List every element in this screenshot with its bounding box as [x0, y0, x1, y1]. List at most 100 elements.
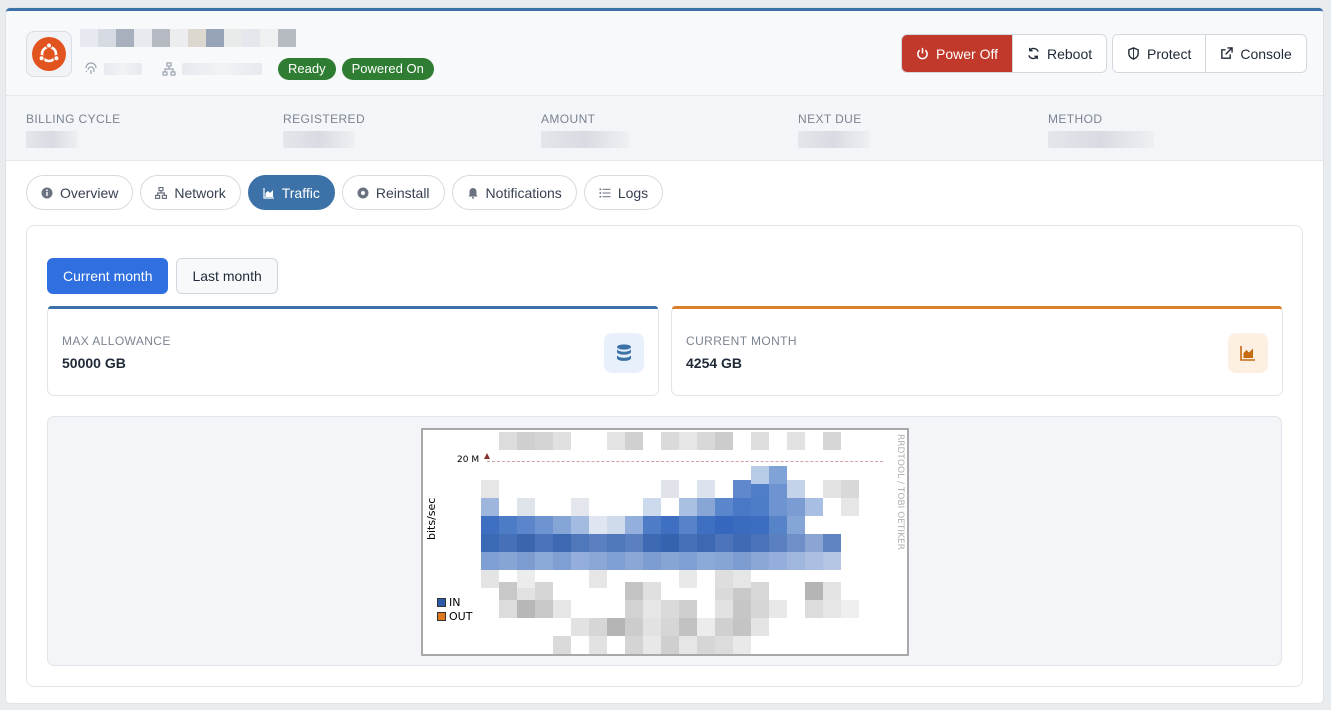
graph-mosaic-cell: [715, 636, 733, 654]
graph-mosaic-cell: [679, 570, 697, 588]
tab-reinstall[interactable]: Reinstall: [341, 175, 445, 210]
graph-mosaic-cell: [751, 582, 769, 600]
graph-mosaic-cell: [697, 432, 715, 450]
graph-mosaic-cell: [697, 480, 715, 498]
graph-mosaic-cell: [697, 636, 715, 654]
graph-mosaic-cell: [733, 498, 751, 516]
traffic-graph: 20 M bits/sec RRDTOOL / TOBI OETIKER IN …: [421, 428, 909, 656]
graph-top-gridline: [487, 461, 883, 462]
external-link-icon: [1221, 47, 1234, 59]
graph-mosaic-cell: [571, 498, 589, 516]
power-off-button[interactable]: Power Off: [902, 35, 1012, 72]
registered-date: REGISTERED: [283, 112, 365, 148]
graph-mosaic-cell: [787, 552, 805, 570]
status-badge-powered-on: Powered On: [341, 58, 434, 80]
graph-mosaic-cell: [499, 582, 517, 600]
graph-mosaic-cell: [643, 534, 661, 552]
graph-mosaic-cell: [517, 600, 535, 618]
os-logo: [26, 31, 72, 77]
legend-in-swatch: [437, 598, 446, 607]
disc-icon: [357, 187, 369, 198]
graph-mosaic-cell: [517, 552, 535, 570]
shield-icon: [1128, 47, 1139, 60]
graph-mosaic-cell: [823, 534, 841, 552]
server-ip-redacted: [182, 63, 262, 75]
max-allowance-card: MAX ALLOWANCE 50000 GB: [47, 306, 659, 396]
graph-mosaic-cell: [733, 636, 751, 654]
server-card: Ready Powered On Power Off Reboot Protec…: [6, 8, 1323, 703]
graph-mosaic-cell: [499, 432, 517, 450]
graph-mosaic-cell: [571, 516, 589, 534]
graph-mosaic-cell: [679, 618, 697, 636]
console-label: Console: [1240, 45, 1292, 62]
graph-mosaic-cell: [625, 432, 643, 450]
graph-mosaic-cell: [589, 618, 607, 636]
power-icon: [917, 47, 928, 60]
graph-mosaic-cell: [841, 498, 859, 516]
graph-mosaic-cell: [733, 618, 751, 636]
graph-mosaic-cell: [607, 618, 625, 636]
ubuntu-icon: [32, 37, 66, 71]
reboot-button[interactable]: Reboot: [1012, 35, 1107, 72]
graph-mosaic-cell: [787, 498, 805, 516]
y-axis-label: bits/sec: [425, 497, 438, 540]
tab-traffic[interactable]: Traffic: [247, 175, 335, 210]
graph-mosaic-cell: [481, 552, 499, 570]
graph-mosaic-cell: [553, 600, 571, 618]
graph-mosaic-cell: [571, 618, 589, 636]
graph-mosaic-cell: [787, 516, 805, 534]
area-chart-icon: [263, 187, 274, 199]
graph-mosaic-cell: [517, 498, 535, 516]
graph-mosaic-cell: [607, 534, 625, 552]
current-month-value: 4254 GB: [686, 355, 743, 371]
graph-mosaic-cell: [787, 534, 805, 552]
graph-mosaic-cell: [499, 534, 517, 552]
tab-network[interactable]: Network: [140, 175, 241, 210]
payment-method: METHOD: [1048, 112, 1154, 148]
graph-mosaic-cell: [733, 480, 751, 498]
graph-mosaic-cell: [697, 534, 715, 552]
graph-mosaic-cell: [661, 516, 679, 534]
graph-mosaic-cell: [805, 600, 823, 618]
graph-mosaic-cell: [625, 582, 643, 600]
graph-mosaic-cell: [751, 534, 769, 552]
graph-mosaic-cell: [553, 432, 571, 450]
graph-mosaic-cell: [481, 498, 499, 516]
tab-logs[interactable]: Logs: [583, 175, 664, 210]
network-icon: [162, 62, 176, 76]
legend-in: IN: [437, 596, 460, 609]
graph-mosaic-cell: [589, 516, 607, 534]
rrdtool-credit: RRDTOOL / TOBI OETIKER: [895, 434, 905, 550]
status-badge-ready: Ready: [278, 58, 336, 80]
graph-mosaic-cell: [481, 516, 499, 534]
graph-mosaic-cell: [733, 600, 751, 618]
traffic-graph-container: 20 M bits/sec RRDTOOL / TOBI OETIKER IN …: [47, 416, 1282, 666]
graph-mosaic-cell: [499, 600, 517, 618]
console-button[interactable]: Console: [1205, 35, 1306, 72]
last-month-button[interactable]: Last month: [176, 258, 278, 294]
power-off-label: Power Off: [936, 45, 998, 62]
graph-mosaic-cell: [553, 552, 571, 570]
billing-cycle: BILLING CYCLE: [26, 112, 121, 148]
graph-mosaic-cell: [481, 570, 499, 588]
billing-amount: AMOUNT: [541, 112, 629, 148]
graph-mosaic-cell: [625, 516, 643, 534]
graph-mosaic-cell: [715, 600, 733, 618]
graph-mosaic-cell: [751, 498, 769, 516]
current-month-button[interactable]: Current month: [47, 258, 169, 294]
tab-overview[interactable]: Overview: [26, 175, 134, 210]
security-button-group: Protect Console: [1112, 34, 1307, 73]
graph-mosaic-cell: [661, 618, 679, 636]
graph-mosaic-cell: [625, 552, 643, 570]
graph-mosaic-cell: [805, 498, 823, 516]
graph-mosaic-cell: [787, 432, 805, 450]
tab-notifications[interactable]: Notifications: [451, 175, 577, 210]
graph-mosaic-cell: [751, 466, 769, 484]
period-selector: Current month Last month: [47, 258, 278, 294]
graph-mosaic-cell: [715, 552, 733, 570]
graph-mosaic-cell: [589, 570, 607, 588]
protect-button[interactable]: Protect: [1113, 35, 1206, 72]
graph-mosaic-cell: [697, 516, 715, 534]
graph-mosaic-cell: [715, 498, 733, 516]
database-icon: [604, 333, 644, 373]
